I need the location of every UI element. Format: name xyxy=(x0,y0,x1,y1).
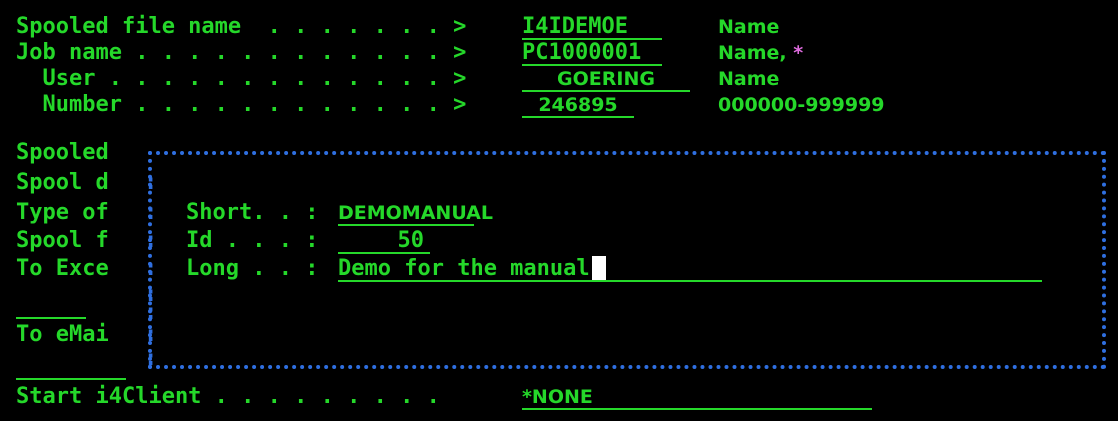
popup-long-input[interactable]: Demo for the manual xyxy=(338,256,1042,282)
bg-row-underline-2 xyxy=(16,378,126,380)
start-client-input[interactable]: *NONE xyxy=(522,384,872,410)
number-hint: 000000-999999 xyxy=(718,94,885,116)
popup-short-input[interactable]: DEMOMANUAL xyxy=(338,200,493,226)
spooled-file-name-input[interactable]: I4IDEMOE xyxy=(522,14,662,40)
bg-row-to-emai: To eMai xyxy=(16,322,109,347)
popup-border-colon: : xyxy=(144,170,158,195)
job-name-label: Job name . . . . . . . . . . . . > xyxy=(16,40,467,65)
bg-row-spool-f: Spool f xyxy=(16,228,109,253)
spooled-file-name-label: Spooled file name . . . . . . . > xyxy=(16,14,467,39)
bg-row-type-of: Type of xyxy=(16,200,109,225)
bg-row-to-exce: To Exce xyxy=(16,256,109,281)
popup-border-colon: : xyxy=(144,256,158,281)
popup-long-label: Long . . : xyxy=(186,256,319,281)
spooled-file-name-hint: Name xyxy=(718,16,780,38)
popup-id-label: Id . . . : xyxy=(186,228,319,253)
bg-row-spooled: Spooled xyxy=(16,140,109,165)
popup-border-colon: : xyxy=(144,228,158,253)
job-name-hint-asterisk: * xyxy=(793,42,804,64)
user-label: User . . . . . . . . . . . . . > xyxy=(16,66,467,91)
job-name-input[interactable]: PC1000001 xyxy=(522,40,662,66)
number-label: Number . . . . . . . . . . . . > xyxy=(16,92,467,117)
popup-border-colon: : xyxy=(144,346,158,371)
job-name-hint-text: Name, xyxy=(718,42,794,64)
terminal-screen: Spooled file name . . . . . . . > I4IDEM… xyxy=(0,0,1118,421)
popup-border-colon: : xyxy=(144,322,158,347)
bg-row-spool-d: Spool d xyxy=(16,170,109,195)
popup-id-input[interactable]: 50 xyxy=(338,228,430,254)
popup-short-label: Short. . : xyxy=(186,200,319,225)
popup-window-right-border xyxy=(1102,151,1106,369)
text-cursor xyxy=(591,256,606,280)
start-client-label: Start i4Client . . . . . . . . . xyxy=(16,384,440,409)
popup-long-value: Demo for the manual xyxy=(338,256,590,281)
popup-border-colon: : xyxy=(144,200,158,225)
number-input[interactable]: 246895 xyxy=(522,92,634,118)
bg-row-underline-1 xyxy=(16,317,86,319)
job-name-hint: Name, * xyxy=(718,40,803,66)
user-hint: Name xyxy=(718,68,780,90)
user-input[interactable]: GOERING xyxy=(522,66,690,92)
